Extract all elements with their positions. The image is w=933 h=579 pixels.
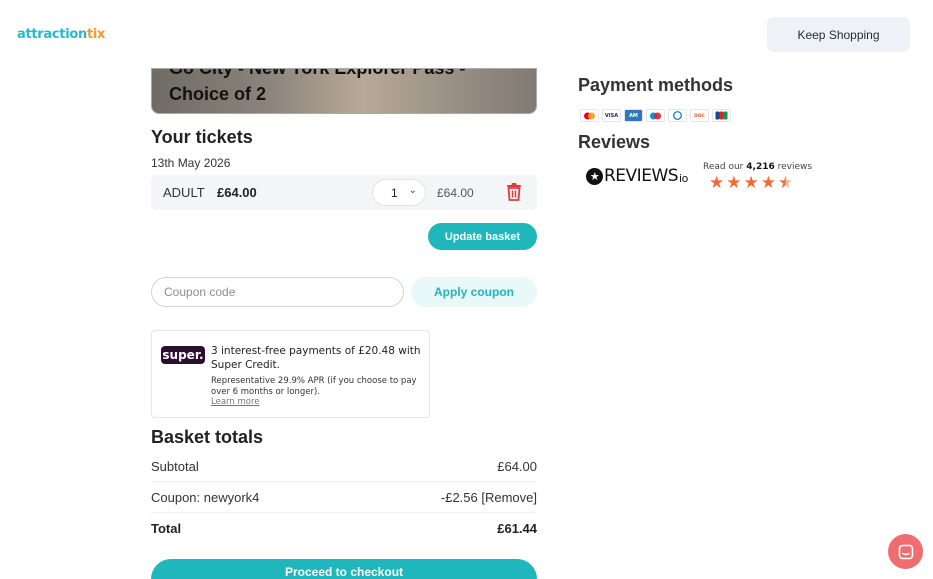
quantity-select[interactable]: 1 ⌄: [372, 179, 426, 206]
reviews-read-prefix: Read our: [703, 162, 744, 172]
total-row: Total £61.44: [151, 521, 537, 536]
proceed-to-checkout-button[interactable]: Proceed to checkout: [151, 559, 537, 579]
coupon-label: Coupon: newyork4: [151, 490, 260, 505]
star-icon: ★: [709, 173, 725, 192]
learn-more-link[interactable]: Learn more: [211, 397, 259, 407]
half-star-icon: ★: [778, 173, 794, 192]
reviews-read-suffix: reviews: [777, 162, 813, 172]
star-icon: ★: [726, 173, 742, 192]
reviews-logo-text: REVIEWS: [604, 166, 679, 186]
trash-icon[interactable]: [506, 183, 522, 201]
discover-icon: DISC: [690, 109, 709, 122]
diners-icon: [668, 109, 687, 122]
chevron-down-icon: ⌄: [408, 185, 417, 196]
ticket-price: £64.00: [217, 185, 257, 200]
apply-coupon-button[interactable]: Apply coupon: [411, 277, 537, 307]
coupon-row: Coupon: newyork4 -£2.56 [Remove]: [151, 490, 537, 505]
subtotal-label: Subtotal: [151, 459, 199, 474]
ticket-row: ADULT £64.00 1 ⌄ £64.00: [151, 175, 537, 210]
jcb-icon: [712, 109, 731, 122]
logo-part-attraction: attraction: [17, 27, 87, 42]
logo-part-tix: tix: [86, 27, 106, 42]
chat-icon: [898, 544, 913, 559]
product-hero-banner: Go City - New York Explorer Pass - Choic…: [151, 68, 537, 114]
total-value: £61.44: [497, 521, 537, 536]
divider: [151, 512, 537, 513]
super-credit-offer: 3 interest-free payments of £20.48 with …: [211, 345, 421, 371]
chat-launcher-button[interactable]: [888, 534, 923, 569]
maestro-icon: [646, 109, 665, 122]
quantity-value: 1: [391, 185, 398, 200]
super-credit-apr: Representative 29.9% APR (if you choose …: [211, 376, 417, 397]
keep-shopping-button[interactable]: Keep Shopping: [767, 17, 910, 52]
update-basket-button[interactable]: Update basket: [428, 223, 537, 250]
super-logo: super.: [161, 346, 205, 364]
payment-cards: VISA AM DISC: [580, 109, 731, 122]
subtotal-row: Subtotal £64.00: [151, 459, 537, 474]
remove-coupon-link[interactable]: -£2.56 [Remove]: [441, 490, 537, 505]
star-badge-icon: ★: [586, 167, 603, 185]
super-credit-widget: super. 3 interest-free payments of £20.4…: [151, 330, 430, 418]
reviews-io-logo[interactable]: ★ REVIEWS io: [586, 166, 688, 186]
reviews-count: 4,216: [746, 162, 775, 172]
star-icon: ★: [760, 173, 776, 192]
visa-icon: VISA: [602, 109, 621, 122]
ticket-type: ADULT: [163, 185, 205, 200]
total-label: Total: [151, 521, 182, 536]
star-icon: ★: [743, 173, 759, 192]
ticket-line-total: £64.00: [437, 186, 474, 200]
ticket-date: 13th May 2026: [151, 156, 231, 170]
coupon-code-input[interactable]: [151, 277, 404, 307]
basket-totals-heading: Basket totals: [151, 427, 264, 447]
reviews-count-text[interactable]: Read our 4,216 reviews: [703, 162, 812, 172]
rating-stars: ★ ★ ★ ★ ★: [709, 174, 793, 191]
divider: [151, 481, 537, 482]
tickets-heading: Your tickets: [151, 127, 253, 147]
subtotal-value: £64.00: [497, 459, 537, 474]
payment-methods-heading: Payment methods: [578, 75, 734, 95]
amex-icon: AM: [624, 109, 643, 122]
reviews-heading: Reviews: [578, 132, 651, 152]
product-title: Go City - New York Explorer Pass - Choic…: [169, 68, 466, 104]
basket-page: attractiontix Keep Shopping Go City - Ne…: [0, 0, 933, 579]
reviews-logo-suffix: io: [679, 171, 688, 185]
mastercard-icon: [580, 109, 599, 122]
site-logo[interactable]: attractiontix: [17, 27, 105, 42]
